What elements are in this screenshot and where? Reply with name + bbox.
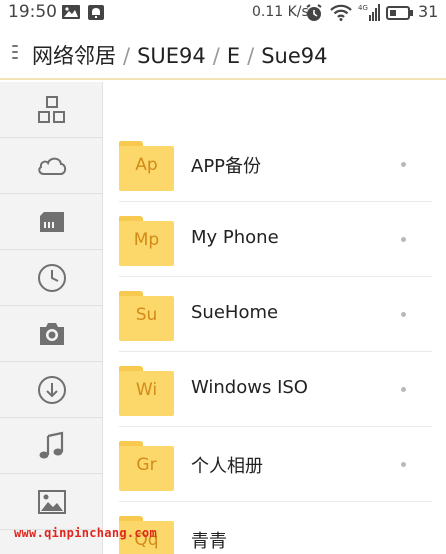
more-options-icon[interactable] <box>401 312 406 317</box>
header-bar: 网络邻居 / SUE94/E / Sue94 <box>0 26 446 80</box>
status-time: 19:50 <box>8 2 57 22</box>
file-row[interactable]: Ap APP备份 <box>119 127 432 202</box>
file-row[interactable]: Qq 青青 <box>119 502 432 554</box>
breadcrumb-item-drive[interactable]: E <box>227 44 240 68</box>
file-name: Windows ISO <box>191 377 308 398</box>
signal-icon: 4G <box>358 3 380 26</box>
breadcrumb-item-network[interactable]: 网络邻居 <box>32 44 116 68</box>
menu-handle-icon[interactable] <box>12 45 18 63</box>
folder-icon: Gr <box>119 441 174 491</box>
network-speed: 0.11 K/s <box>252 4 309 20</box>
watermark-text: www.qinpinchang.com <box>14 526 157 540</box>
breadcrumb-separator: / <box>212 44 220 68</box>
file-name: APP备份 <box>191 156 262 177</box>
file-name: SueHome <box>191 302 279 323</box>
clock-icon <box>37 263 66 292</box>
file-name: 个人相册 <box>191 456 263 477</box>
file-row[interactable]: Wi Windows ISO <box>119 352 432 427</box>
folder-icon: Mp <box>119 216 174 266</box>
sd-card-icon <box>39 211 64 232</box>
status-bar: 19:50 0.11 K/s 4G 31 <box>0 0 446 26</box>
sidebar-item-download[interactable] <box>0 362 103 418</box>
more-options-icon[interactable] <box>401 387 406 392</box>
sidebar <box>0 82 103 554</box>
sidebar-item-music[interactable] <box>0 418 103 474</box>
battery-icon <box>386 5 413 24</box>
breadcrumb-item-current[interactable]: Sue94 <box>261 44 327 68</box>
file-list: Ap APP备份 Mp My Phone Su SueHome Wi Windo… <box>104 82 446 554</box>
image-icon <box>61 4 81 24</box>
file-name: My Phone <box>191 227 279 248</box>
category-icon <box>37 95 65 123</box>
file-name: 青青 <box>191 531 227 552</box>
svg-text:4G: 4G <box>358 4 368 12</box>
music-icon <box>39 431 63 458</box>
folder-icon: Ap <box>119 141 174 191</box>
download-icon <box>37 375 66 404</box>
sidebar-item-sd-card[interactable] <box>0 194 103 250</box>
battery-level: 31 <box>418 2 439 21</box>
sidebar-item-pictures[interactable] <box>0 474 103 530</box>
more-options-icon[interactable] <box>401 237 406 242</box>
breadcrumb: 网络邻居 / SUE94/E / Sue94 <box>32 40 328 70</box>
breadcrumb-separator: / <box>247 44 255 68</box>
wifi-icon <box>330 4 352 25</box>
more-options-icon[interactable] <box>401 462 406 467</box>
file-row[interactable]: Su SueHome <box>119 277 432 352</box>
file-row[interactable]: Mp My Phone <box>119 202 432 277</box>
sidebar-item-camera[interactable] <box>0 306 103 362</box>
cloud-icon <box>37 157 66 175</box>
sidebar-item-cloud[interactable] <box>0 138 103 194</box>
sidebar-item-recent[interactable] <box>0 250 103 306</box>
camera-icon <box>39 322 64 345</box>
sidebar-item-category[interactable] <box>0 82 103 138</box>
folder-icon: Su <box>119 291 174 341</box>
file-row[interactable]: Gr 个人相册 <box>119 427 432 502</box>
notification-icon <box>87 4 105 25</box>
alarm-icon <box>305 4 323 26</box>
breadcrumb-separator: / <box>123 44 131 68</box>
folder-icon: Wi <box>119 366 174 416</box>
more-options-icon[interactable] <box>401 162 406 167</box>
picture-icon <box>37 489 66 514</box>
breadcrumb-item-host[interactable]: SUE94 <box>137 44 206 68</box>
